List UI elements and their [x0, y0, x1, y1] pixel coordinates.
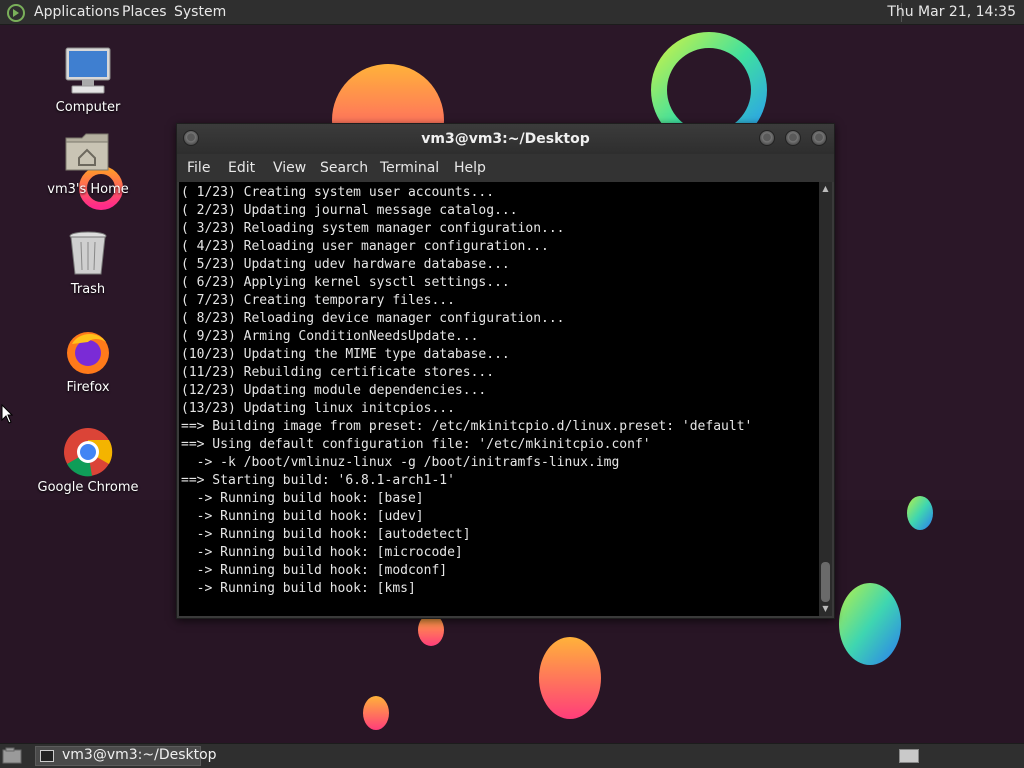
terminal-line: ( 4/23) Reloading user manager configura… — [181, 239, 549, 254]
chrome-icon — [62, 426, 114, 478]
places-menu[interactable]: Places — [122, 4, 167, 20]
terminal-line: -> Running build hook: [kms] — [181, 581, 416, 596]
menu-edit[interactable]: Edit — [228, 160, 255, 176]
trash-icon — [62, 228, 114, 280]
terminal-icon — [40, 750, 54, 762]
terminal-line: -> Running build hook: [microcode] — [181, 545, 463, 560]
terminal-window[interactable]: vm3@vm3:~/Desktop File Edit View Search … — [176, 123, 835, 619]
taskbar-button-label: vm3@vm3:~/Desktop — [62, 747, 217, 763]
show-desktop-icon[interactable] — [2, 747, 22, 765]
scroll-up-arrow-icon[interactable]: ▲ — [819, 183, 832, 195]
desktop-icon-trash[interactable]: Trash — [33, 228, 143, 297]
window-menubar: File Edit View Search Terminal Help — [177, 154, 834, 182]
close-button[interactable] — [811, 130, 827, 146]
menu-search[interactable]: Search — [320, 160, 368, 176]
terminal-line: -> Running build hook: [base] — [181, 491, 424, 506]
terminal-line: ( 9/23) Arming ConditionNeedsUpdate... — [181, 329, 479, 344]
terminal-line: ( 2/23) Updating journal message catalog… — [181, 203, 518, 218]
taskbar-terminal-button[interactable]: vm3@vm3:~/Desktop — [35, 746, 217, 766]
desktop-icon-computer[interactable]: Computer — [33, 46, 143, 115]
menu-view[interactable]: View — [273, 160, 306, 176]
menu-help[interactable]: Help — [454, 160, 486, 176]
terminal-line: -> -k /boot/vmlinuz-linux -g /boot/initr… — [181, 455, 620, 470]
window-titlebar[interactable]: vm3@vm3:~/Desktop — [177, 124, 834, 154]
terminal-line: (10/23) Updating the MIME type database.… — [181, 347, 510, 362]
desktop-icon-chrome[interactable]: Google Chrome — [33, 426, 143, 495]
top-panel: Applications Places System Thu Mar 21, 1… — [0, 0, 1024, 25]
mouse-pointer-icon — [1, 404, 13, 424]
scrollbar-thumb[interactable] — [821, 562, 830, 602]
scroll-down-arrow-icon[interactable]: ▼ — [819, 603, 832, 615]
terminal-line: ==> Building image from preset: /etc/mki… — [181, 419, 753, 434]
terminal-line: ( 7/23) Creating temporary files... — [181, 293, 455, 308]
menu-file[interactable]: File — [187, 160, 210, 176]
desktop-icon-home[interactable]: vm3's Home — [33, 128, 143, 197]
maximize-button[interactable] — [785, 130, 801, 146]
desktop-icon-label: Trash — [70, 282, 106, 297]
home-folder-icon — [62, 128, 114, 180]
distro-logo-icon[interactable] — [6, 3, 26, 23]
window-title: vm3@vm3:~/Desktop — [421, 131, 590, 147]
applications-menu[interactable]: Applications — [34, 4, 120, 20]
desktop-icon-label: Computer — [55, 100, 121, 115]
terminal-line: (11/23) Rebuilding certificate stores... — [181, 365, 495, 380]
terminal-output[interactable]: ( 1/23) Creating system user accounts...… — [179, 182, 819, 616]
desktop-icon-label: vm3's Home — [47, 182, 129, 197]
system-menu[interactable]: System — [174, 4, 226, 20]
terminal-line: ( 1/23) Creating system user accounts... — [181, 185, 495, 200]
bottom-panel: vm3@vm3:~/Desktop — [0, 743, 1024, 768]
desktop-icon-label: Firefox — [66, 380, 110, 395]
clock[interactable]: Thu Mar 21, 14:35 — [887, 4, 1016, 20]
workspace-switcher[interactable] — [899, 749, 919, 763]
terminal-line: ( 3/23) Reloading system manager configu… — [181, 221, 565, 236]
terminal-line: (13/23) Updating linux initcpios... — [181, 401, 455, 416]
terminal-line: -> Running build hook: [udev] — [181, 509, 424, 524]
terminal-line: -> Running build hook: [autodetect] — [181, 527, 471, 542]
terminal-line: ( 5/23) Updating udev hardware database.… — [181, 257, 510, 272]
terminal-line: ==> Starting build: '6.8.1-arch1-1' — [181, 473, 455, 488]
terminal-line: ==> Using default configuration file: '/… — [181, 437, 651, 452]
terminal-line: -> Running build hook: [modconf] — [181, 563, 448, 578]
desktop-icon-firefox[interactable]: Firefox — [33, 326, 143, 395]
terminal-line: ( 6/23) Applying kernel sysctl settings.… — [181, 275, 510, 290]
terminal-line: (12/23) Updating module dependencies... — [181, 383, 487, 398]
vertical-scrollbar[interactable]: ▲ ▼ — [819, 182, 832, 616]
menu-terminal[interactable]: Terminal — [380, 160, 439, 176]
desktop-icon-label: Google Chrome — [37, 480, 139, 495]
minimize-button[interactable] — [759, 130, 775, 146]
terminal-line: ( 8/23) Reloading device manager configu… — [181, 311, 565, 326]
firefox-icon — [62, 326, 114, 378]
computer-icon — [62, 46, 114, 98]
